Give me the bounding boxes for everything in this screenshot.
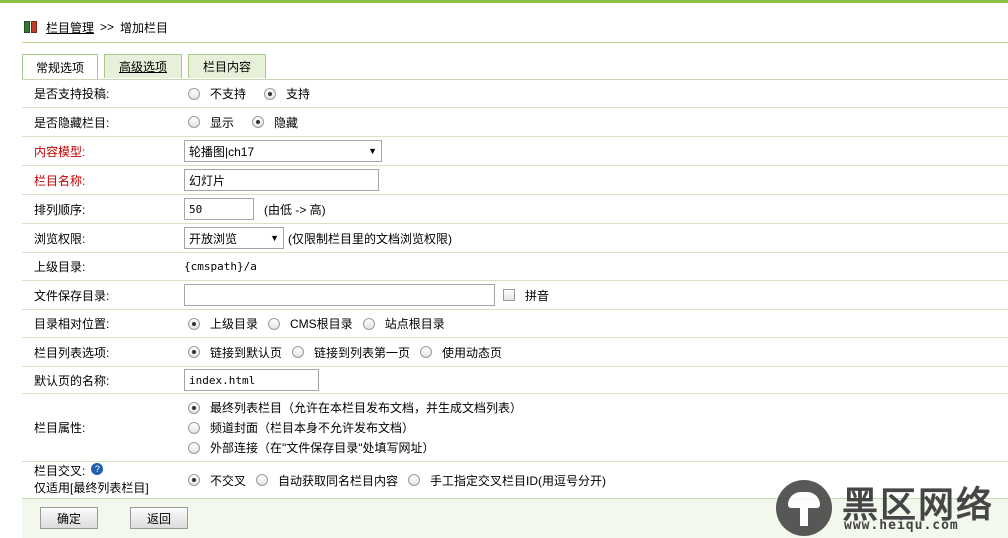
name-input[interactable]: 幻灯片 (184, 169, 379, 191)
label-cross-block: 栏目交叉:? 仅适用[最终列表栏目] (22, 463, 174, 497)
tab-bar: 常规选项 高级选项 栏目内容 (22, 54, 272, 79)
option-no-cross-label: 不交叉 (210, 473, 247, 488)
parent-dir-value: {cmspath}/a (184, 260, 257, 273)
permission-select[interactable]: 开放浏览 ▼ (184, 227, 284, 249)
watermark: 黑区网络 www.heiqu.com (776, 476, 1008, 538)
row-hide: 是否隐藏栏目: 显示 隐藏 (22, 108, 1008, 137)
label-name: 栏目名称: (34, 173, 86, 188)
row-parent: 上级目录: {cmspath}/a (22, 253, 1008, 281)
label-default-page: 默认页的名称: (34, 373, 110, 388)
watermark-url: www.heiqu.com (844, 518, 959, 533)
permission-hint: (仅限制栏目里的文档浏览权限) (288, 231, 452, 246)
label-relative: 目录相对位置: (34, 317, 110, 331)
pinyin-checkbox[interactable] (503, 289, 515, 301)
radio-external-link[interactable] (188, 441, 200, 454)
tab-content[interactable]: 栏目内容 (188, 54, 266, 78)
radio-dynamic-page[interactable] (420, 346, 433, 358)
content-model-value: 轮播图|ch17 (189, 144, 255, 159)
radio-manual-cross[interactable] (408, 474, 421, 486)
label-cross: 栏目交叉: (34, 464, 86, 478)
radio-cms-root[interactable] (268, 317, 281, 330)
breadcrumb-root-link[interactable]: 栏目管理 (46, 19, 94, 36)
radio-show[interactable] (188, 116, 200, 128)
radio-no-cross[interactable] (188, 474, 200, 486)
label-parent: 上级目录: (34, 260, 86, 274)
breadcrumb: 栏目管理 >> 增加栏目 (24, 18, 168, 36)
label-hide: 是否隐藏栏目: (34, 115, 110, 130)
option-parent-dir-label: 上级目录 (210, 317, 259, 331)
option-external-link-label: 外部连接（在"文件保存目录"处填写网址） (210, 441, 435, 455)
radio-hide[interactable] (252, 116, 265, 128)
book-icon (24, 21, 38, 33)
tab-general[interactable]: 常规选项 (22, 54, 98, 79)
radio-link-default[interactable] (188, 346, 200, 358)
label-content-model: 内容模型: (34, 144, 86, 159)
row-order: 排列顺序: 50 (由低 -> 高) (22, 195, 1008, 224)
pinyin-label: 拼音 (525, 288, 550, 303)
breadcrumb-separator: >> (100, 20, 115, 34)
back-button[interactable]: 返回 (130, 507, 188, 529)
label-permission: 浏览权限: (34, 231, 86, 246)
row-list-option: 栏目列表选项: 链接到默认页 链接到列表第一页 使用动态页 (22, 338, 1008, 367)
label-order: 排列顺序: (34, 202, 86, 217)
option-show-label: 显示 (210, 115, 235, 130)
radio-channel-cover[interactable] (188, 421, 200, 434)
dropdown-arrow-icon: ▼ (368, 146, 377, 156)
row-content-model: 内容模型: 轮播图|ch17 ▼ (22, 137, 1008, 166)
order-input[interactable]: 50 (184, 198, 254, 220)
order-hint: (由低 -> 高) (264, 202, 326, 217)
ok-button[interactable]: 确定 (40, 507, 98, 529)
option-link-first-page-label: 链接到列表第一页 (314, 345, 411, 360)
row-name: 栏目名称: 幻灯片 (22, 166, 1008, 195)
category-form: 是否支持投稿: 不支持 支持 是否隐藏栏目: 显示 隐藏 内容模型: 轮播图|c… (22, 79, 1008, 499)
watermark-logo-icon (776, 480, 832, 536)
breadcrumb-current: 增加栏目 (120, 20, 169, 35)
help-icon[interactable]: ? (91, 463, 104, 475)
save-dir-input[interactable] (184, 284, 495, 306)
option-no-submit-label: 不支持 (210, 87, 247, 101)
row-default-page: 默认页的名称: index.html (22, 367, 1008, 394)
tab-advanced[interactable]: 高级选项 (104, 54, 182, 78)
row-relative: 目录相对位置: 上级目录 CMS根目录 站点根目录 (22, 310, 1008, 338)
option-link-default-label: 链接到默认页 (210, 345, 283, 360)
row-save-dir: 文件保存目录: 拼音 (22, 281, 1008, 310)
label-cross-sub: 仅适用[最终列表栏目] (34, 481, 149, 495)
label-attribute: 栏目属性: (34, 421, 86, 435)
option-manual-cross-label: 手工指定交叉栏目ID(用逗号分开) (430, 473, 607, 488)
label-allow-submit: 是否支持投稿: (34, 87, 110, 101)
row-permission: 浏览权限: 开放浏览 ▼ (仅限制栏目里的文档浏览权限) (22, 224, 1008, 253)
label-list-option: 栏目列表选项: (34, 345, 110, 360)
default-page-input[interactable]: index.html (184, 369, 319, 391)
option-dynamic-page-label: 使用动态页 (442, 345, 503, 360)
option-final-list-label: 最终列表栏目（允许在本栏目发布文档，并生成文档列表） (210, 401, 523, 415)
radio-no-submit[interactable] (188, 87, 200, 100)
radio-link-first-page[interactable] (292, 346, 305, 358)
content-model-select[interactable]: 轮播图|ch17 ▼ (184, 140, 382, 162)
header-divider (22, 42, 1008, 43)
option-auto-cross-label: 自动获取同名栏目内容 (278, 473, 399, 488)
option-site-root-label: 站点根目录 (384, 317, 445, 331)
option-cms-root-label: CMS根目录 (290, 317, 353, 331)
radio-auto-cross[interactable] (256, 474, 269, 486)
option-hide-label: 隐藏 (274, 115, 299, 130)
option-channel-cover-label: 频道封面（栏目本身不允许发布文档） (210, 421, 415, 435)
radio-site-root[interactable] (362, 317, 375, 330)
dropdown-arrow-icon: ▼ (270, 233, 279, 243)
row-attribute: 栏目属性: 最终列表栏目（允许在本栏目发布文档，并生成文档列表） 频道封面（栏目… (22, 394, 1008, 462)
radio-allow-submit[interactable] (264, 87, 277, 100)
permission-value: 开放浏览 (189, 231, 238, 246)
row-allow-submit: 是否支持投稿: 不支持 支持 (22, 80, 1008, 108)
radio-final-list[interactable] (188, 401, 200, 414)
radio-parent-dir[interactable] (188, 317, 200, 330)
option-allow-submit-label: 支持 (286, 87, 311, 101)
top-accent-line (0, 0, 1008, 3)
label-save-dir: 文件保存目录: (34, 288, 110, 303)
